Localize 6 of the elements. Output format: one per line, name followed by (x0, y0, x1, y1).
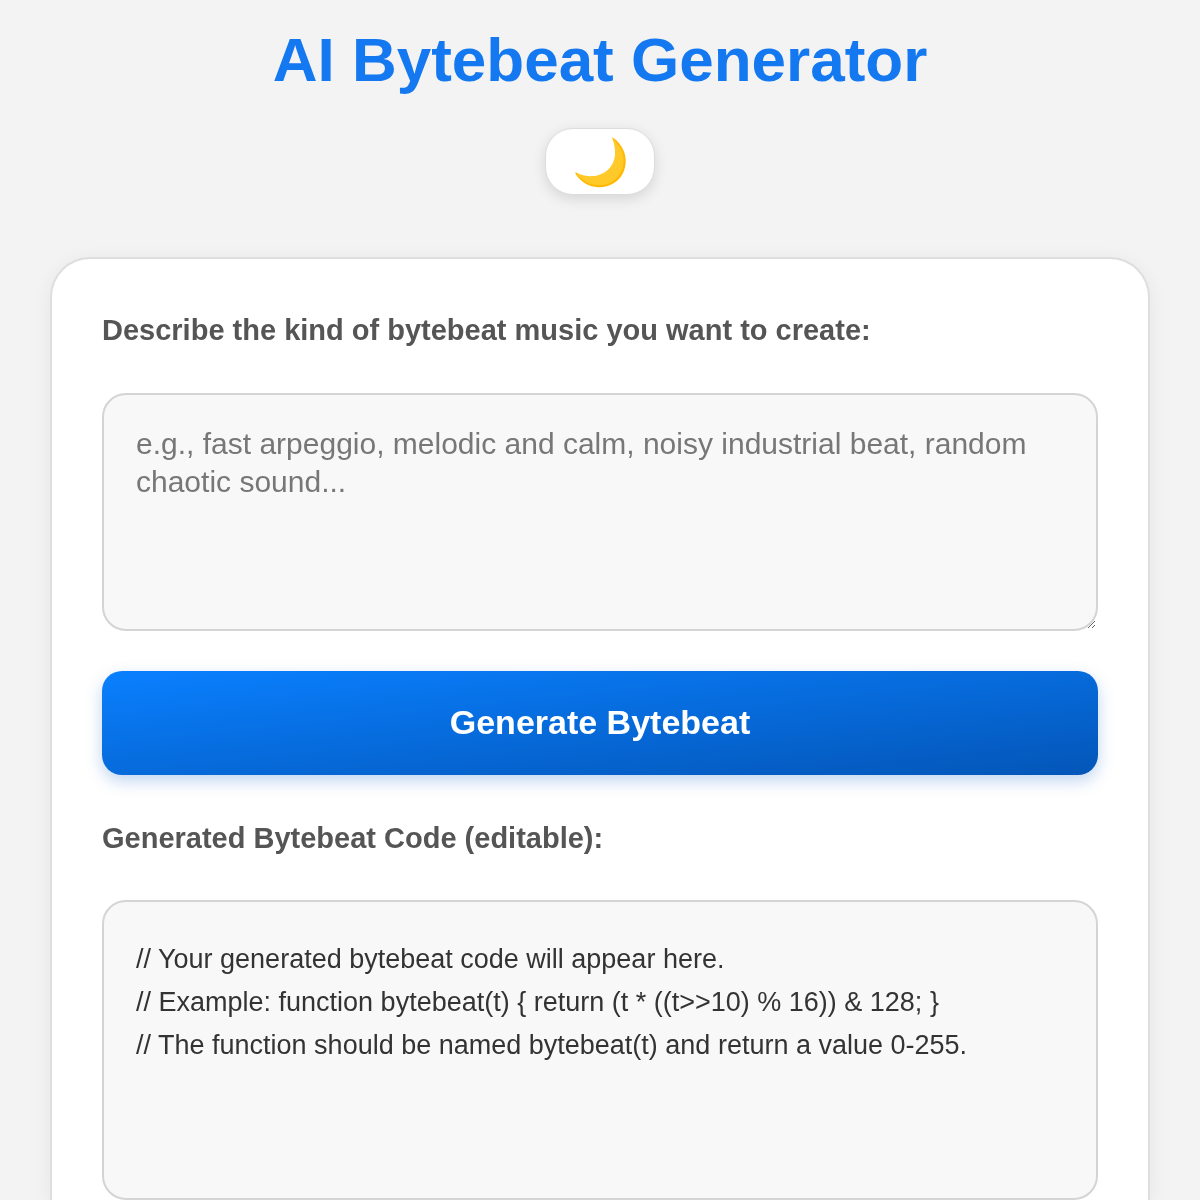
page-title: AI Bytebeat Generator (272, 24, 928, 96)
code-label: Generated Bytebeat Code (editable): (102, 820, 605, 856)
code-field[interactable]: // Your generated bytebeat code will appear here. // Example: function bytebeat(t) { return (t * ((t>>10) % 16)) & 128; } // The function should be named bytebeat(t) and return a value 0-255. (102, 900, 1098, 1200)
prompt-label: Describe the kind of bytebeat music you want to create: (102, 313, 872, 348)
prompt-field[interactable]: e.g., fast arpeggio, melodic and calm, noisy industrial beat, random chaotic sound... (102, 392, 1098, 631)
generate-button[interactable]: Generate Bytebeat (102, 670, 1098, 775)
